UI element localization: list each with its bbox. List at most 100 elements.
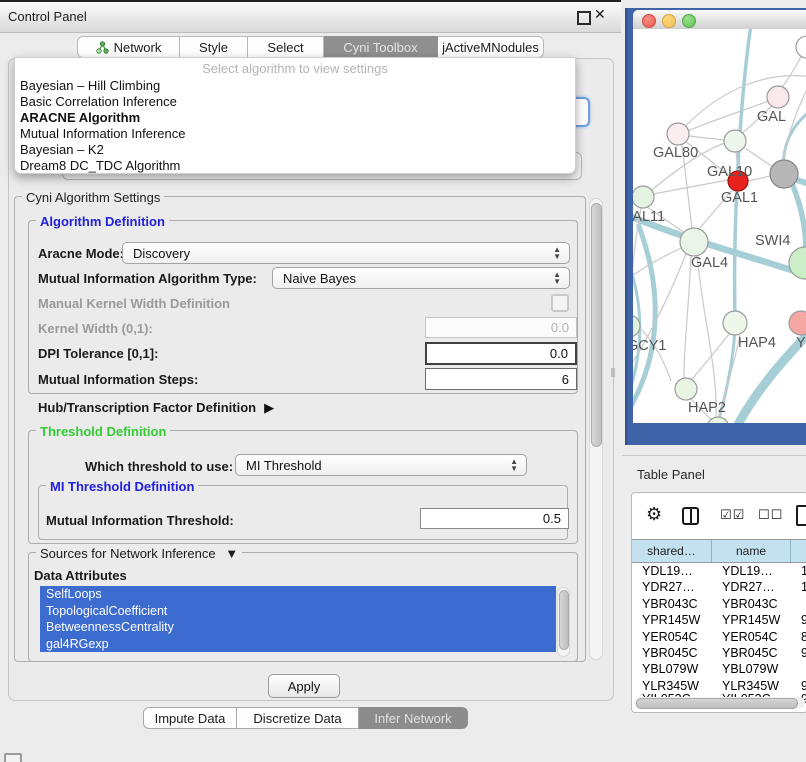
network-node[interactable] <box>796 36 806 58</box>
algorithm-dropdown-list: Select algorithm to view settings Bayesi… <box>14 57 576 174</box>
dropdown-item[interactable]: Bayesian – K2 <box>15 142 572 158</box>
select-all-checkboxes-icon[interactable]: ☑☑ <box>720 507 745 523</box>
control-panel-title: Control Panel <box>8 9 87 24</box>
table-toolbar: ⚙ ☑☑ ☐☐ <box>632 493 806 538</box>
float-window-icon[interactable] <box>577 11 591 25</box>
dropdown-item[interactable]: Mutual Information Inference <box>15 126 572 142</box>
tab-impute-data[interactable]: Impute Data <box>143 707 237 729</box>
dropdown-item[interactable]: Dream8 DC_TDC Algorithm <box>15 158 572 174</box>
network-canvas[interactable]: GALGAL80GAL10GAL1GAL11GAL4SWI4GCY1HAP4YH… <box>633 29 806 423</box>
tab-select[interactable]: Select <box>248 36 324 58</box>
tab-style[interactable]: Style <box>180 36 248 58</box>
mi-type-select[interactable]: Naive Bayes ▲▼ <box>272 267 570 289</box>
tab-discretize-data-label: Discretize Data <box>253 711 341 726</box>
kernel-width-label: Kernel Width (0,1): <box>38 321 153 336</box>
function-builder-icon[interactable] <box>796 505 806 526</box>
dpi-tolerance-field[interactable]: 0.0 <box>425 342 577 365</box>
data-attributes-list: SelfLoops TopologicalCoefficient Between… <box>40 586 556 656</box>
table-horizontal-scrollbar[interactable] <box>634 697 805 708</box>
network-node-label: HAP4 <box>738 335 776 351</box>
close-icon[interactable]: ✕ <box>594 6 606 23</box>
tab-discretize-data[interactable]: Discretize Data <box>237 707 359 729</box>
mi-steps-label: Mutual Information Steps: <box>38 372 198 387</box>
threshold-definition-title: Threshold Definition <box>36 424 170 439</box>
network-node[interactable] <box>633 186 654 208</box>
network-node-label: GAL4 <box>691 255 728 271</box>
data-attributes-label: Data Attributes <box>34 568 127 583</box>
network-node[interactable] <box>724 130 746 152</box>
expand-right-icon: ▶ <box>264 400 274 416</box>
tab-infer-network[interactable]: Infer Network <box>359 707 468 729</box>
attributes-scrollbar[interactable] <box>557 587 570 657</box>
network-node[interactable] <box>680 228 708 256</box>
table-row[interactable]: YBR043CYBR043C <box>632 596 806 612</box>
tab-cyni-toolbox[interactable]: Cyni Toolbox <box>324 36 438 58</box>
table-row[interactable]: YBR045CYBR045C9. <box>632 645 806 661</box>
network-window-titlebar[interactable] <box>633 10 806 30</box>
manual-kernel-checkbox[interactable] <box>551 294 569 312</box>
column-header-clipped[interactable]: A <box>791 540 806 562</box>
mi-threshold-label: Mutual Information Threshold: <box>46 513 234 528</box>
network-node-label: GAL11 <box>633 209 665 225</box>
settings-scrollbar[interactable] <box>589 198 603 660</box>
network-node[interactable] <box>675 378 697 400</box>
tab-network[interactable]: Network <box>77 36 180 58</box>
network-node-label: Y <box>796 335 806 351</box>
apply-button[interactable]: Apply <box>268 674 340 698</box>
table-row[interactable]: YPR145WYPR145W9. <box>632 612 806 628</box>
minimize-traffic-light-icon[interactable] <box>662 14 676 28</box>
network-tab-icon <box>96 41 109 54</box>
table-panel-box: ⚙ ☑☑ ☐☐ shared… name A YDL19…YDL19…13 YD… <box>631 492 806 713</box>
network-node[interactable] <box>789 311 806 335</box>
table-scrollbar-thumb[interactable] <box>636 698 798 709</box>
network-node[interactable] <box>667 123 689 145</box>
columns-icon[interactable] <box>682 507 699 525</box>
tab-infer-network-label: Infer Network <box>374 711 451 726</box>
mi-type-label: Mutual Information Algorithm Type: <box>38 271 257 286</box>
dock-panel-icon[interactable] <box>4 753 22 762</box>
zoom-traffic-light-icon[interactable] <box>682 14 696 28</box>
list-item[interactable]: SelfLoops <box>40 586 556 603</box>
stepper-arrows-icon: ▲▼ <box>510 458 518 472</box>
gear-icon[interactable]: ⚙ <box>646 505 662 523</box>
list-item[interactable]: TopologicalCoefficient <box>40 603 556 620</box>
attributes-scrollbar-thumb[interactable] <box>559 590 569 650</box>
tab-jactivemnodules[interactable]: jActiveMNodules <box>438 36 544 58</box>
table-panel-title: Table Panel <box>637 467 705 482</box>
network-node[interactable] <box>723 311 747 335</box>
dropdown-item[interactable]: Basic Correlation Inference <box>15 94 572 110</box>
panel-splitter-handle[interactable] <box>611 368 615 377</box>
sources-group-title[interactable]: Sources for Network Inference ▼ <box>36 546 242 561</box>
table-row[interactable]: YER054CYER054C8. <box>632 629 806 645</box>
table-row[interactable]: YBL079WYBL079W <box>632 661 806 677</box>
manual-kernel-label: Manual Kernel Width Definition <box>38 296 230 311</box>
hub-definition-toggle[interactable]: Hub/Transcription Factor Definition▶ <box>38 400 274 416</box>
deselect-all-checkboxes-icon[interactable]: ☐☐ <box>758 507 783 523</box>
column-header-name[interactable]: name <box>712 540 791 562</box>
which-threshold-select[interactable]: MI Threshold ▲▼ <box>235 454 527 476</box>
tab-select-label: Select <box>267 40 303 55</box>
list-item[interactable]: gal4RGexp <box>40 636 556 653</box>
table-row[interactable]: YDL19…YDL19…13 <box>632 563 806 579</box>
mi-threshold-field[interactable]: 0.5 <box>420 508 569 529</box>
kernel-width-field[interactable]: 0.0 <box>425 317 577 338</box>
network-node[interactable] <box>770 160 798 188</box>
settings-scrollbar-thumb[interactable] <box>591 203 602 447</box>
network-node[interactable] <box>789 247 806 279</box>
column-header-shared-name[interactable]: shared… <box>632 540 712 562</box>
network-node-label: GAL1 <box>721 190 758 206</box>
table-row[interactable]: YDR27…YDR27…12 <box>632 579 806 595</box>
screen: Control Panel ✕ Network Style Select Cyn… <box>0 0 806 762</box>
mi-steps-field[interactable]: 6 <box>425 368 577 390</box>
network-node-label: GAL10 <box>707 164 752 180</box>
network-node[interactable] <box>767 86 789 108</box>
which-threshold-label: Which threshold to use: <box>85 459 233 474</box>
aracne-mode-select[interactable]: Discovery ▲▼ <box>122 242 570 264</box>
dropdown-item-selected[interactable]: ARACNE Algorithm <box>15 110 572 126</box>
close-traffic-light-icon[interactable] <box>642 14 656 28</box>
mi-type-value: Naive Bayes <box>283 271 356 286</box>
dropdown-item[interactable]: Bayesian – Hill Climbing <box>15 78 572 94</box>
stepper-arrows-icon: ▲▼ <box>553 271 561 285</box>
tab-jactivemnodules-label: jActiveMNodules <box>442 40 539 55</box>
list-item[interactable]: BetweennessCentrality <box>40 619 556 636</box>
